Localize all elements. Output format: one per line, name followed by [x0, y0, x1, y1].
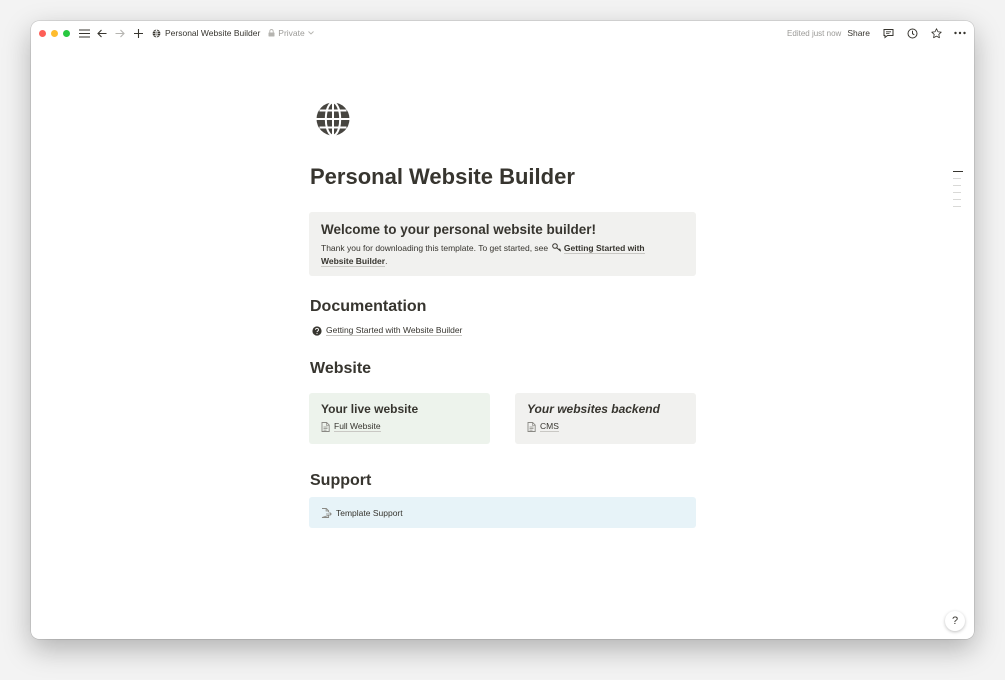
share-button[interactable]: Share [847, 28, 870, 38]
globe-small-icon [152, 28, 161, 38]
callout-title: Welcome to your personal website builder… [321, 222, 597, 237]
zoom-window-button[interactable] [63, 29, 70, 37]
welcome-callout: Welcome to your personal website builder… [309, 212, 696, 276]
lock-icon [268, 29, 275, 37]
topbar-actions: Edited just now Share [787, 25, 968, 41]
breadcrumb[interactable]: Personal Website Builder [152, 28, 260, 38]
privacy-label: Private [278, 28, 305, 38]
help-label: ? [951, 615, 959, 627]
cms-link[interactable]: CMS [527, 421, 684, 432]
callout-text: Thank you for downloading this template.… [321, 242, 684, 268]
toc-line[interactable] [953, 185, 961, 186]
full-website-link[interactable]: Full Website [321, 421, 478, 432]
toc-line[interactable] [953, 171, 963, 172]
chevron-down-icon [307, 31, 314, 35]
forward-arrow-icon[interactable] [112, 25, 128, 41]
external-page-icon [321, 507, 332, 518]
window-controls [39, 29, 70, 37]
support-heading[interactable]: Support [310, 472, 371, 490]
template-support-link[interactable]: Template Support [309, 497, 696, 528]
back-arrow-icon[interactable] [94, 25, 110, 41]
page-icon[interactable] [315, 101, 351, 137]
new-page-plus-icon[interactable] [130, 25, 146, 41]
edited-status: Edited just now [787, 28, 842, 38]
privacy-indicator[interactable]: Private [268, 28, 314, 38]
globe-icon [316, 101, 350, 137]
getting-started-link-text-2: Website Builder [321, 256, 386, 267]
toc-line[interactable] [953, 192, 961, 193]
getting-started-link-text-1: Getting Started with [563, 243, 645, 254]
page-doc-icon [527, 421, 536, 432]
minimize-window-button[interactable] [51, 29, 58, 37]
sidebar-menu-icon[interactable] [76, 25, 92, 41]
callout-body: Thank you for downloading this template.… [321, 243, 549, 253]
breadcrumb-title: Personal Website Builder [165, 28, 261, 38]
app-window: Personal Website Builder Private Edited … [31, 21, 974, 639]
card-title: Your live website [321, 402, 419, 416]
website-heading[interactable]: Website [310, 360, 371, 378]
full-website-link-text: Full Website [334, 421, 381, 432]
favorite-star-icon[interactable] [928, 25, 944, 41]
top-bar: Personal Website Builder Private Edited … [31, 21, 974, 45]
toc-line[interactable] [953, 199, 961, 200]
toc-line[interactable] [953, 178, 961, 179]
question-circle-icon [312, 325, 322, 336]
more-options-icon[interactable] [952, 25, 968, 41]
comment-icon[interactable] [880, 25, 896, 41]
page-title[interactable]: Personal Website Builder [310, 164, 575, 190]
help-button[interactable]: ? [945, 611, 965, 631]
toc-line[interactable] [953, 206, 961, 207]
table-of-contents-minimap[interactable] [953, 171, 963, 207]
cms-link-text: CMS [540, 421, 559, 432]
page-doc-icon [321, 421, 330, 432]
template-support-link-text: Template Support [336, 507, 403, 518]
live-website-card: Your live website Full Website [309, 393, 490, 444]
card-title: Your websites backend [527, 402, 660, 416]
documentation-link-text: Getting Started with Website Builder [326, 325, 463, 336]
key-icon [551, 243, 561, 252]
websites-backend-card: Your websites backend CMS [515, 393, 696, 444]
documentation-heading[interactable]: Documentation [310, 298, 426, 316]
documentation-link[interactable]: Getting Started with Website Builder [312, 325, 463, 336]
history-clock-icon[interactable] [904, 25, 920, 41]
callout-period: . [385, 256, 388, 266]
close-window-button[interactable] [39, 29, 46, 37]
